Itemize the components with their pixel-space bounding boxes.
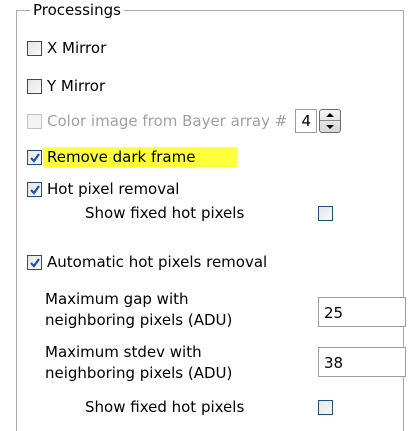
dark-frame-label[interactable]: Remove dark frame xyxy=(43,147,238,167)
auto-hot-checkbox[interactable] xyxy=(27,254,42,270)
x-mirror-row[interactable]: X Mirror xyxy=(27,36,106,60)
hot-pixel-row[interactable]: Hot pixel removal xyxy=(27,177,179,201)
hot-pixel-checkbox[interactable] xyxy=(27,181,42,197)
auto-hot-row[interactable]: Automatic hot pixels removal xyxy=(27,250,267,274)
show-fixed-hot-pixels-label-2: Show fixed hot pixels xyxy=(85,398,245,416)
bayer-index-field[interactable]: 4 xyxy=(295,109,318,133)
spin-down-icon[interactable] xyxy=(320,121,340,132)
checkmark-icon xyxy=(30,152,40,163)
bayer-spin-buttons[interactable] xyxy=(319,109,342,133)
max-stdev-label-line1: Maximum stdev with xyxy=(45,343,202,361)
x-mirror-checkbox[interactable] xyxy=(27,40,42,56)
show-fixed-hot-pixels-label-1: Show fixed hot pixels xyxy=(85,204,245,222)
bayer-checkbox[interactable] xyxy=(27,113,42,129)
y-mirror-label[interactable]: Y Mirror xyxy=(47,76,105,96)
bayer-row[interactable]: Color image from Bayer array # 4 xyxy=(27,109,342,133)
max-stdev-input[interactable]: 38 xyxy=(318,347,406,377)
groupbox-title: Processings xyxy=(30,0,124,20)
show-fixed-hot-pixels-checkbox-2[interactable] xyxy=(318,400,333,415)
checkmark-icon xyxy=(30,257,40,268)
show-fixed-hot-pixels-checkbox-1[interactable] xyxy=(318,206,333,221)
checkmark-icon xyxy=(30,184,40,195)
dark-frame-row[interactable]: Remove dark frame xyxy=(27,145,238,169)
bayer-label: Color image from Bayer array # xyxy=(47,112,288,130)
auto-hot-label[interactable]: Automatic hot pixels removal xyxy=(47,252,267,272)
max-gap-label-line2: neighboring pixels (ADU) xyxy=(45,311,233,329)
y-mirror-checkbox[interactable] xyxy=(27,78,42,94)
max-gap-input[interactable]: 25 xyxy=(318,297,406,327)
dark-frame-checkbox[interactable] xyxy=(27,149,42,165)
max-gap-label-line1: Maximum gap with xyxy=(45,290,189,308)
max-stdev-label-line2: neighboring pixels (ADU) xyxy=(45,364,233,382)
spin-up-icon[interactable] xyxy=(320,110,341,121)
x-mirror-label[interactable]: X Mirror xyxy=(47,38,106,58)
hot-pixel-label[interactable]: Hot pixel removal xyxy=(47,179,179,199)
y-mirror-row[interactable]: Y Mirror xyxy=(27,74,105,98)
